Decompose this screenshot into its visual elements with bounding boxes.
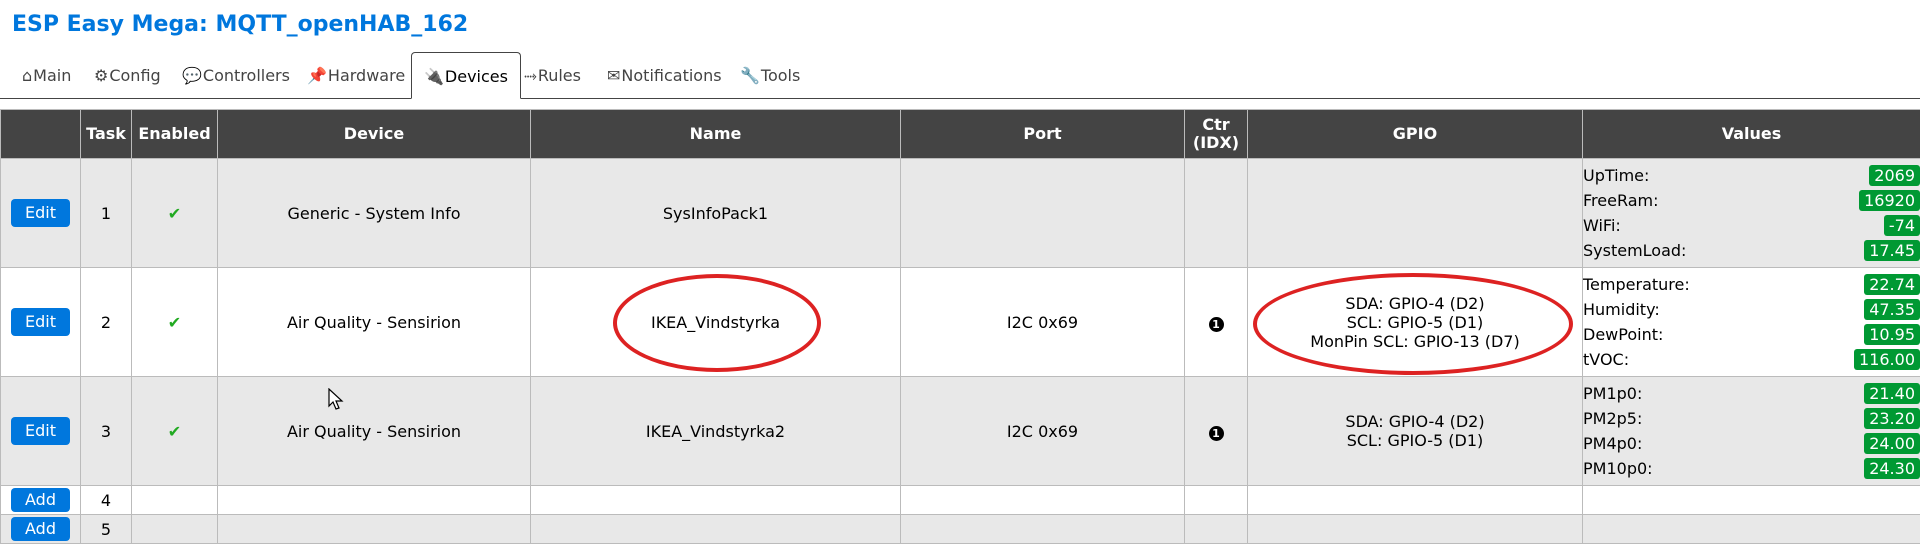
header-gpio: GPIO <box>1247 109 1583 159</box>
value-row: Temperature: 22.74 <box>1583 272 1920 297</box>
value-badge: 47.35 <box>1864 299 1920 320</box>
arrow-icon: ⤑ <box>524 66 537 85</box>
value-badge: -74 <box>1883 215 1920 236</box>
plug-icon: 🔌 <box>424 67 444 86</box>
table-header-row: Task Enabled Device Name Port Ctr (IDX) G… <box>0 109 1920 159</box>
values-cell: PM1p0: 21.40 PM2p5: 23.20 PM4p0: 24.00 PM10… <box>1582 376 1920 486</box>
tab-hardware[interactable]: 📌Hardware <box>295 52 417 98</box>
task-number: 4 <box>80 485 132 515</box>
enabled-check-icon: ✔ <box>167 203 182 223</box>
header-values: Values <box>1582 109 1920 159</box>
value-row: DewPoint: 10.95 <box>1583 322 1920 347</box>
task-name: IKEA_Vindstyrka <box>530 267 901 377</box>
gpio-line: SDA: GPIO-4 (D2) <box>1345 293 1485 313</box>
value-row: FreeRam: 16920 <box>1583 188 1920 213</box>
gpio-cell: SDA: GPIO-4 (D2) SCL: GPIO-5 (D1) MonPin… <box>1247 267 1583 377</box>
task-name: IKEA_Vindstyrka2 <box>530 376 901 486</box>
value-badge: 10.95 <box>1864 324 1920 345</box>
devices-table: Task Enabled Device Name Port Ctr (IDX) G… <box>0 109 1920 544</box>
value-row: tVOC: 116.00 <box>1583 347 1920 372</box>
home-icon: ⌂ <box>22 66 33 85</box>
value-row: UpTime: 2069 <box>1583 163 1920 188</box>
header-task: Task <box>80 109 132 159</box>
edit-button[interactable]: Edit <box>11 308 70 336</box>
value-badge: 24.00 <box>1864 433 1920 454</box>
edit-button[interactable]: Edit <box>11 417 70 445</box>
add-button[interactable]: Add <box>11 488 70 512</box>
chat-icon: 💬 <box>182 66 202 85</box>
table-row: Add 4 <box>0 485 1920 515</box>
header-enabled: Enabled <box>131 109 218 159</box>
table-row: Edit 1 ✔ Generic - System Info SysInfoPa… <box>0 158 1920 268</box>
port: I2C 0x69 <box>900 267 1185 377</box>
task-number: 2 <box>80 267 132 377</box>
tab-notifications[interactable]: ✉Notifications <box>595 52 734 98</box>
controller-idx <box>1184 158 1248 268</box>
tab-rules[interactable]: ⤑Rules <box>512 52 593 98</box>
value-row: Humidity: 47.35 <box>1583 297 1920 322</box>
header-port: Port <box>900 109 1185 159</box>
port <box>900 158 1185 268</box>
values-cell: Temperature: 22.74 Humidity: 47.35 DewPoin… <box>1582 267 1920 377</box>
main-menu: ⌂Main ⚙Config 💬Controllers 📌Hardware 🔌De… <box>0 52 1920 99</box>
value-badge: 23.20 <box>1864 408 1920 429</box>
port: I2C 0x69 <box>900 376 1185 486</box>
value-row: PM10p0: 24.30 <box>1583 456 1920 481</box>
device-type: Air Quality - Sensirion <box>217 376 531 486</box>
controller-idx: 1 <box>1184 267 1248 377</box>
gear-icon: ⚙ <box>94 66 109 85</box>
task-number: 1 <box>80 158 132 268</box>
envelope-icon: ✉ <box>607 66 621 85</box>
gpio-line: SDA: GPIO-4 (D2) <box>1345 412 1485 431</box>
value-row: PM2p5: 23.20 <box>1583 406 1920 431</box>
value-badge: 16920 <box>1859 190 1920 211</box>
header-ctr-idx: Ctr (IDX) <box>1184 109 1248 159</box>
task-number: 3 <box>80 376 132 486</box>
enabled-check-icon: ✔ <box>167 312 182 332</box>
tab-config[interactable]: ⚙Config <box>82 52 173 98</box>
enabled-check-icon: ✔ <box>167 421 182 441</box>
table-row: Edit 3 ✔ Air Quality - Sensirion IKEA_Vi… <box>0 376 1920 486</box>
device-type: Generic - System Info <box>217 158 531 268</box>
value-badge: 24.30 <box>1864 458 1920 479</box>
header-name: Name <box>530 109 901 159</box>
tab-devices[interactable]: 🔌Devices <box>411 52 521 99</box>
value-row: PM1p0: 21.40 <box>1583 381 1920 406</box>
value-row: PM4p0: 24.00 <box>1583 431 1920 456</box>
edit-button[interactable]: Edit <box>11 199 70 227</box>
value-badge: 116.00 <box>1854 349 1920 370</box>
values-cell: UpTime: 2069 FreeRam: 16920 WiFi: -74 Syste… <box>1582 158 1920 268</box>
gpio-line: SCL: GPIO-5 (D1) <box>1346 431 1484 450</box>
gpio-cell <box>1247 158 1583 268</box>
value-row: WiFi: -74 <box>1583 213 1920 238</box>
wrench-icon: 🔧 <box>740 66 760 85</box>
controller-idx: 1 <box>1184 376 1248 486</box>
gpio-line: MonPin SCL: GPIO-13 (D7) <box>1310 331 1520 351</box>
header-device: Device <box>217 109 531 159</box>
header-action <box>0 109 81 159</box>
value-badge: 2069 <box>1869 165 1920 186</box>
controller-badge: 1 <box>1208 425 1224 441</box>
pin-icon: 📌 <box>307 66 327 85</box>
gpio-cell: SDA: GPIO-4 (D2) SCL: GPIO-5 (D1) <box>1247 376 1583 486</box>
gpio-line: SCL: GPIO-5 (D1) <box>1346 312 1484 332</box>
task-number: 5 <box>80 514 132 544</box>
page-title: ESP Easy Mega: MQTT_openHAB_162 <box>12 12 469 37</box>
value-badge: 17.45 <box>1864 240 1920 261</box>
task-name: SysInfoPack1 <box>530 158 901 268</box>
tab-tools[interactable]: 🔧Tools <box>728 52 812 98</box>
device-type: Air Quality - Sensirion <box>217 267 531 377</box>
mouse-cursor-icon <box>328 388 344 410</box>
table-row: Edit 2 ✔ Air Quality - Sensirion IKEA_Vi… <box>0 267 1920 377</box>
controller-badge: 1 <box>1208 316 1224 332</box>
add-button[interactable]: Add <box>11 517 70 541</box>
tab-controllers[interactable]: 💬Controllers <box>170 52 302 98</box>
tab-main[interactable]: ⌂Main <box>10 52 83 98</box>
value-badge: 22.74 <box>1864 274 1920 295</box>
value-row: SystemLoad: 17.45 <box>1583 238 1920 263</box>
value-badge: 21.40 <box>1864 383 1920 404</box>
table-row: Add 5 <box>0 514 1920 544</box>
